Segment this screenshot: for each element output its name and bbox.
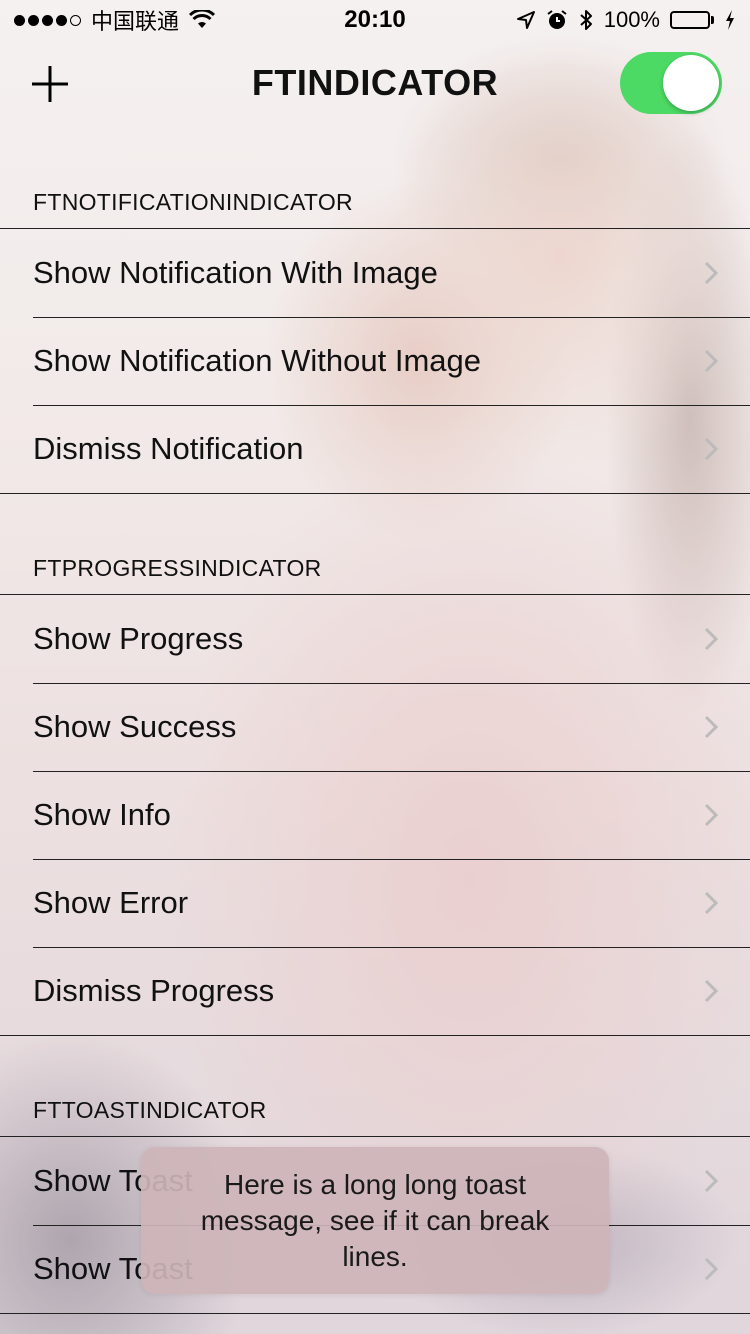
location-arrow-icon [516, 11, 535, 29]
chevron-right-icon [704, 627, 718, 651]
cell-label: Show Progress [33, 621, 244, 656]
cell-label: Show Info [33, 797, 171, 832]
chevron-right-icon [704, 891, 718, 915]
charging-bolt-icon [726, 10, 734, 30]
blur-toggle-switch[interactable] [620, 52, 722, 114]
cell-dismiss-progress[interactable]: Dismiss Progress [0, 947, 750, 1035]
cell-label: Show Notification Without Image [33, 343, 481, 378]
cell-show-notification-without-image[interactable]: Show Notification Without Image [0, 317, 750, 405]
section-header-progress: FTPROGRESSINDICATOR [33, 555, 322, 581]
toast-message: Here is a long long toast message, see i… [141, 1147, 609, 1294]
app-screen: 中国联通 20:10 100% FTINDICATOR FTNOTIFICATI… [0, 0, 750, 1334]
cell-dismiss-notification[interactable]: Dismiss Notification [0, 405, 750, 493]
cell-label: Show Success [33, 709, 237, 744]
cell-label: Dismiss Notification [33, 431, 304, 466]
status-left: 中国联通 [14, 4, 216, 36]
indicator-table: FTNOTIFICATIONINDICATOR Show Notificatio… [0, 128, 750, 1314]
wifi-icon [189, 10, 216, 28]
navigation-bar: FTINDICATOR [0, 40, 750, 128]
status-right: 100% [516, 7, 736, 33]
cell-show-progress[interactable]: Show Progress [0, 595, 750, 683]
chevron-right-icon [704, 803, 718, 827]
signal-dots-icon [14, 14, 81, 26]
chevron-right-icon [704, 1257, 718, 1281]
cell-label: Show Error [33, 885, 189, 920]
cell-show-error[interactable]: Show Error [0, 859, 750, 947]
cell-label: Dismiss Progress [33, 973, 275, 1008]
chevron-right-icon [704, 349, 718, 373]
cell-show-notification-with-image[interactable]: Show Notification With Image [0, 229, 750, 317]
section-header-toast: FTTOASTINDICATOR [33, 1097, 267, 1123]
toggle-knob [663, 55, 719, 111]
chevron-right-icon [704, 437, 718, 461]
cell-show-success[interactable]: Show Success [0, 683, 750, 771]
cell-show-info[interactable]: Show Info [0, 771, 750, 859]
chevron-right-icon [704, 261, 718, 285]
chevron-right-icon [704, 715, 718, 739]
cell-label: Show Notification With Image [33, 255, 438, 290]
chevron-right-icon [704, 1169, 718, 1193]
bluetooth-icon [580, 10, 592, 30]
carrier-label: 中国联通 [91, 9, 180, 34]
section-notification-cells: Show Notification With Image Show Notifi… [0, 228, 750, 494]
alarm-icon [547, 10, 567, 29]
battery-percent: 100% [603, 7, 660, 32]
section-header-notification: FTNOTIFICATIONINDICATOR [33, 189, 353, 215]
status-bar: 中国联通 20:10 100% [0, 0, 750, 40]
section-progress-cells: Show Progress Show Success Show Info Sho… [0, 594, 750, 1036]
battery-icon [670, 11, 714, 29]
chevron-right-icon [704, 979, 718, 1003]
